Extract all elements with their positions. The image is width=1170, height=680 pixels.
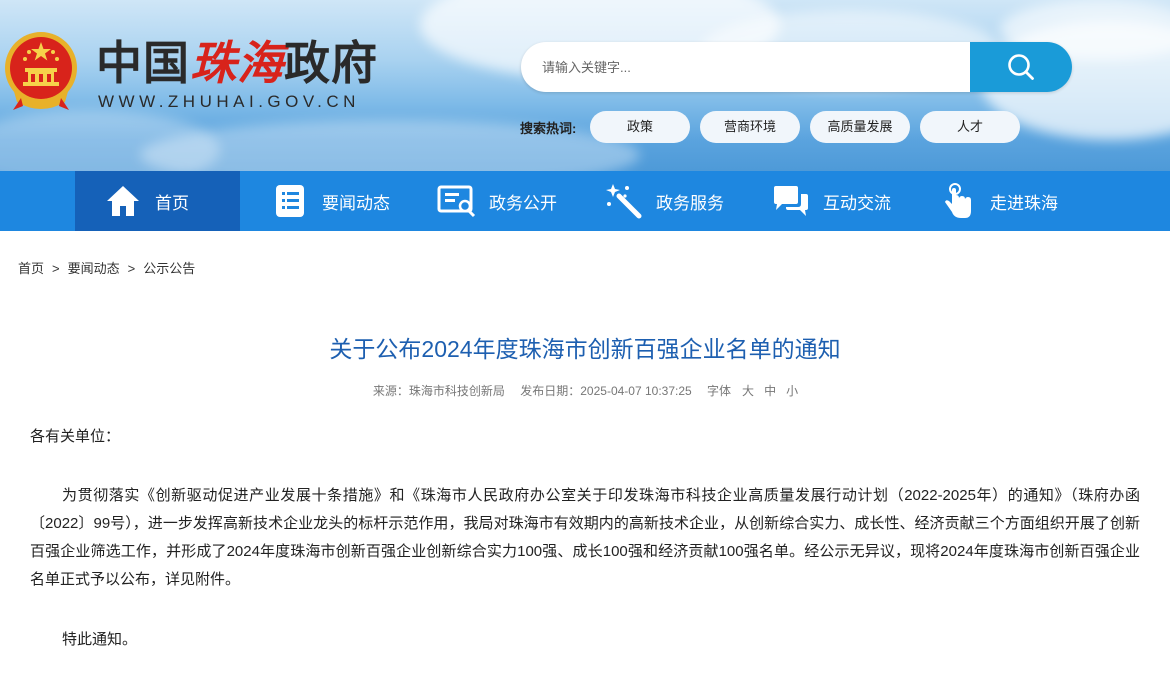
search-icon	[1008, 54, 1034, 80]
article-title: 关于公布2024年度珠海市创新百强企业名单的通知	[329, 336, 841, 362]
breadcrumb: 首页 > 要闻动态 > 公示公告	[18, 258, 195, 277]
font-size-label: 字体	[707, 384, 732, 398]
national-emblem-icon[interactable]	[3, 28, 79, 112]
nav-item-label: 政务公开	[489, 193, 557, 213]
logo-title-part: 政府	[284, 36, 378, 90]
service-wand-icon	[604, 181, 644, 221]
breadcrumb-link-home[interactable]: 首页	[18, 261, 44, 276]
search-input[interactable]	[521, 42, 961, 92]
font-size-medium-button[interactable]: 中	[764, 384, 776, 398]
search-button[interactable]	[970, 42, 1072, 92]
nav-item-label: 首页	[155, 193, 189, 213]
article-date: 发布日期：2025-04-07 10:37:25	[520, 384, 692, 398]
sky-cloud	[0, 110, 220, 171]
nav-item-label: 互动交流	[823, 193, 891, 213]
breadcrumb-link-news[interactable]: 要闻动态	[68, 261, 120, 276]
hot-search-tag[interactable]: 营商环境	[700, 111, 800, 143]
hot-search-tag[interactable]: 政策	[590, 111, 690, 143]
logo-title-part: 中国	[96, 36, 190, 90]
breadcrumb-separator: >	[52, 261, 60, 276]
nav-item-interaction[interactable]: 互动交流	[743, 171, 908, 231]
nav-item-label: 走进珠海	[990, 193, 1058, 213]
news-list-icon	[270, 181, 310, 221]
article-salutation: 各有关单位：	[30, 428, 121, 445]
nav-item-news[interactable]: 要闻动态	[242, 171, 407, 231]
site-url-text: WWW.ZHUHAI.GOV.CN	[98, 92, 360, 111]
font-size-small-button[interactable]: 小	[786, 384, 798, 398]
hot-search-tag[interactable]: 人才	[920, 111, 1020, 143]
article-meta: 来源：珠海市科技创新局 发布日期：2025-04-07 10:37:25 字体大…	[0, 382, 1170, 399]
chat-icon	[771, 181, 811, 221]
article-body-paragraph: 为贯彻落实《创新驱动促进产业发展十条措施》和《珠海市人民政府办公室关于印发珠海市…	[30, 487, 1140, 588]
site-logo-title[interactable]: 中国珠海政府	[96, 36, 378, 90]
nav-item-label: 要闻动态	[322, 193, 390, 213]
hot-search-label: 搜索热词:	[520, 121, 577, 136]
pointer-hand-icon	[938, 181, 978, 221]
nav-item-about-zhuhai[interactable]: 走进珠海	[910, 171, 1075, 231]
article-source: 来源：珠海市科技创新局	[372, 384, 505, 398]
home-icon	[103, 181, 143, 221]
article-closing: 特此通知。	[62, 631, 138, 648]
hot-search-tag[interactable]: 高质量发展	[810, 111, 910, 143]
nav-item-services[interactable]: 政务服务	[576, 171, 741, 231]
nav-item-label: 政务服务	[656, 193, 724, 213]
search-bar	[521, 42, 1072, 92]
nav-item-public-info[interactable]: 政务公开	[409, 171, 574, 231]
nav-item-home[interactable]: 首页	[75, 171, 240, 231]
breadcrumb-separator: >	[127, 261, 136, 276]
site-header: 中国珠海政府 WWW.ZHUHAI.GOV.CN 搜索热词: 政策 营商环境 高…	[0, 0, 1170, 171]
main-navigation: 首页 要闻动态 政务公开 政务服务 互动交流 走进珠海	[0, 171, 1170, 231]
font-size-large-button[interactable]: 大	[742, 384, 754, 398]
logo-title-calligraphy: 珠海	[190, 36, 284, 90]
breadcrumb-link-announcements[interactable]: 公示公告	[143, 261, 195, 276]
public-info-icon	[437, 181, 477, 221]
